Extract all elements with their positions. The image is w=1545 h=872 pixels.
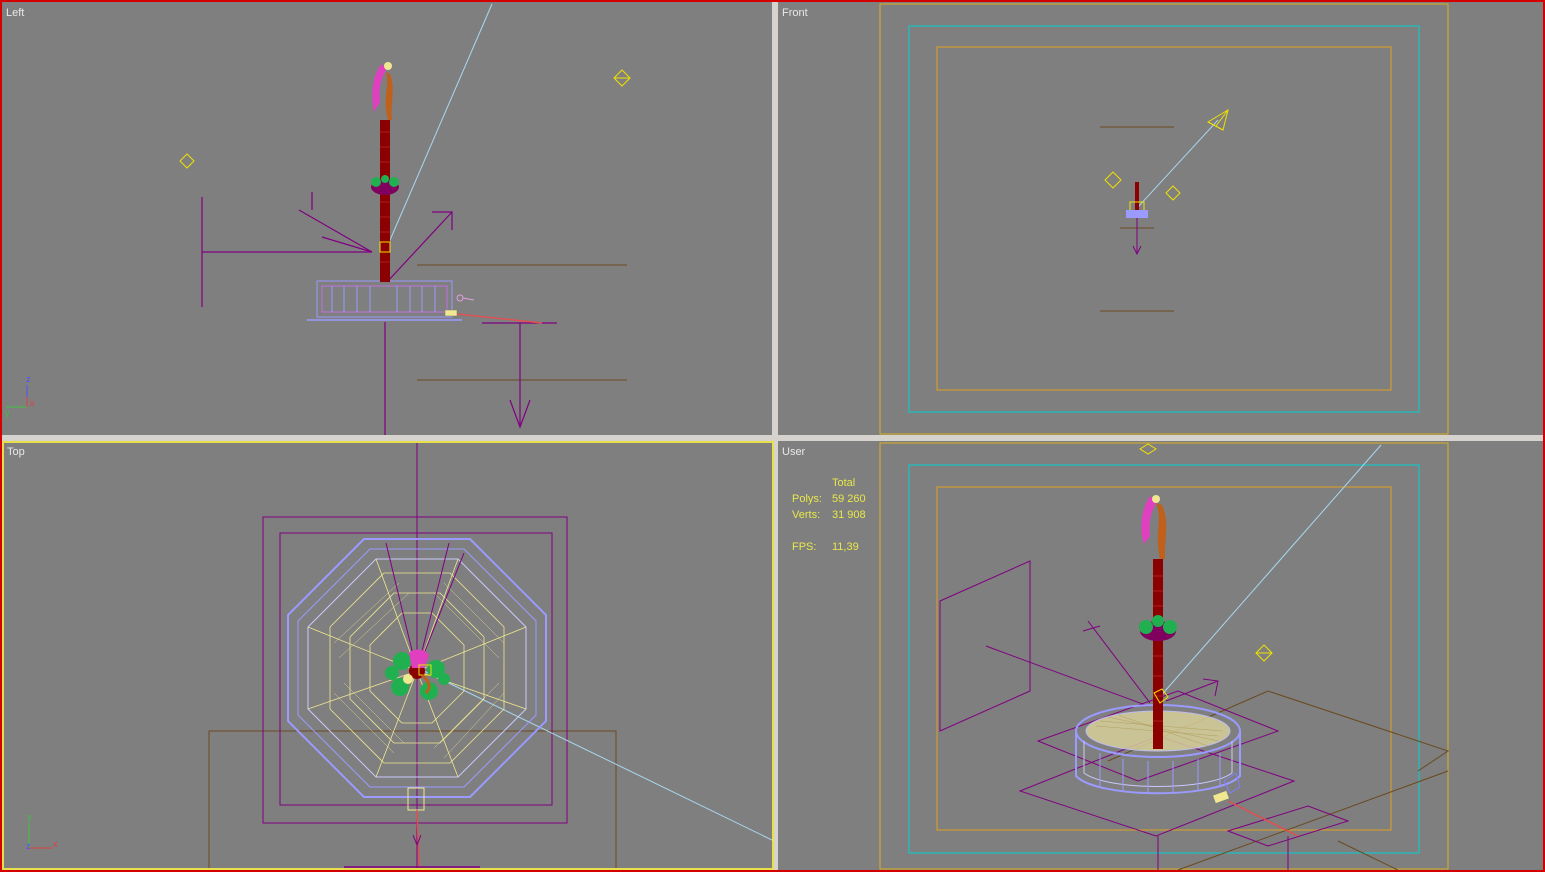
viewport-label-user[interactable]: User	[782, 446, 805, 458]
viewport-user-scene	[879, 442, 1450, 870]
tower	[371, 120, 399, 282]
render-frame	[879, 3, 1449, 435]
polys-value: 59 260	[832, 493, 866, 505]
svg-text:y: y	[5, 408, 10, 418]
svg-text:x: x	[53, 839, 58, 849]
fountain-base	[307, 280, 462, 321]
svg-text:z: z	[26, 374, 31, 384]
spot-arrow	[482, 322, 557, 429]
viewport-label-left[interactable]: Left	[6, 7, 24, 19]
viewport-user[interactable]: User Total Polys: 59 260 Verts: 31 908 FPS…	[778, 441, 1543, 870]
axis-gizmo-top: y x z	[26, 812, 58, 851]
camera-icon	[1104, 108, 1229, 201]
verts-value: 31 908	[832, 509, 866, 521]
viewport-left-scene: z x y	[5, 3, 631, 435]
safe-frame-action	[908, 25, 1420, 413]
svg-text:y: y	[27, 812, 32, 822]
viewport-front-scene	[879, 3, 1449, 435]
fps-label: FPS:	[792, 541, 817, 553]
svg-text:z: z	[26, 841, 31, 851]
viewport-left[interactable]: Left z x y	[2, 2, 772, 435]
spotlight-top	[344, 787, 480, 868]
direct-light-helper	[201, 192, 453, 435]
camera-target-line	[1137, 119, 1219, 208]
svg-text:x: x	[30, 398, 35, 408]
safe-frame-title	[936, 46, 1392, 391]
spotlight-line	[456, 313, 543, 324]
light-target-line	[1157, 444, 1382, 700]
light-target-line	[386, 3, 493, 248]
viewport-top[interactable]: Top y x z	[2, 441, 774, 870]
scene-stats: Total Polys: 59 260 Verts: 31 908 FPS: 11,3…	[792, 475, 892, 555]
ground-plane	[208, 730, 617, 868]
light-panel	[939, 560, 1031, 732]
viewport-label-front[interactable]: Front	[782, 7, 808, 19]
camera-icon	[179, 69, 631, 169]
stats-header: Total	[832, 477, 856, 489]
fountain-mini	[1120, 182, 1154, 256]
fps-value: 11,39	[832, 541, 859, 553]
figure	[372, 62, 393, 120]
figure	[1141, 495, 1167, 559]
viewport-label-top[interactable]: Top	[7, 446, 25, 458]
render-frame	[879, 442, 1449, 870]
polys-label: Polys:	[792, 493, 822, 505]
light-target-line	[423, 670, 772, 841]
viewport-top-scene: y x z	[26, 443, 772, 868]
verts-label: Verts:	[792, 509, 821, 521]
fountain-base-3d	[1075, 704, 1299, 837]
viewport-front[interactable]: Front	[778, 2, 1543, 435]
spot-helper-icon	[456, 294, 475, 302]
axis-gizmo-left: z x y	[5, 374, 35, 418]
